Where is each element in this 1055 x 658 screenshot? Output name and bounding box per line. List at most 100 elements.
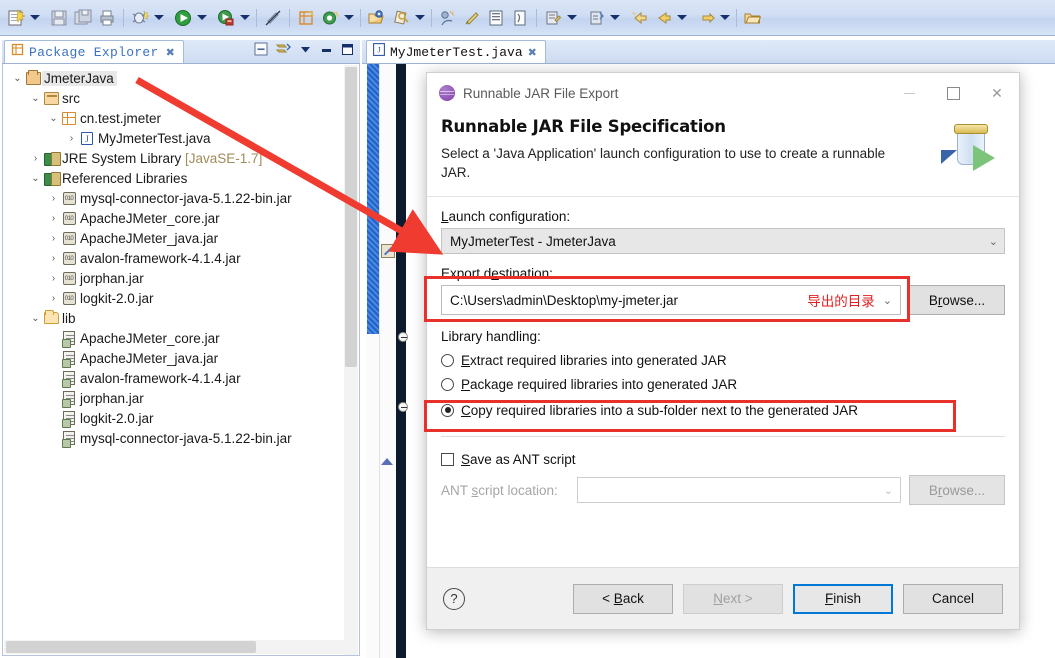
tree-item[interactable]: ⌄ JmeterJava: [3, 68, 359, 88]
new-dropdown-caret[interactable]: [28, 7, 42, 29]
back-icon[interactable]: [627, 6, 651, 30]
search-icon[interactable]: [389, 6, 413, 30]
radio-button[interactable]: [441, 377, 454, 391]
minimize-icon[interactable]: [887, 73, 931, 113]
back-history-icon[interactable]: [651, 6, 675, 30]
open-type-icon[interactable]: [365, 6, 389, 30]
back-button[interactable]: < Back: [573, 583, 673, 614]
radio-extract-libraries[interactable]: Extract required libraries into generate…: [441, 348, 1005, 372]
radio-button[interactable]: [441, 353, 454, 367]
open-task-icon[interactable]: [436, 6, 460, 30]
tree-item[interactable]: ⌄ Referenced Libraries: [3, 168, 359, 188]
maximize-icon[interactable]: [931, 73, 975, 113]
tree-item[interactable]: jorphan.jar: [3, 388, 359, 408]
next-button[interactable]: Next >: [683, 583, 783, 614]
external-tools-dropdown-caret[interactable]: [238, 7, 252, 29]
forward-dropdown-caret[interactable]: [718, 7, 732, 29]
package-explorer-body[interactable]: ⌄ JmeterJava ⌄ src ⌄ cn.test.jmeter › J MyJmeter…: [2, 64, 360, 656]
open-perspective-icon[interactable]: [741, 6, 765, 30]
previous-edit-icon[interactable]: [584, 6, 608, 30]
tree-expander-icon[interactable]: ›: [47, 273, 60, 284]
previous-edit-dropdown-caret[interactable]: [608, 7, 622, 29]
folding-collapse-icon[interactable]: [398, 402, 408, 412]
close-icon[interactable]: ✕: [975, 73, 1019, 113]
view-menu-caret[interactable]: [299, 43, 312, 61]
fold-up-marker-icon[interactable]: [381, 458, 393, 465]
tree-item[interactable]: › 010 mysql-connector-java-5.1.22-bin.jar: [3, 188, 359, 208]
new-class-dropdown-caret[interactable]: [342, 7, 356, 29]
tree-expander-icon[interactable]: ›: [47, 213, 60, 224]
tree-expander-icon[interactable]: ›: [29, 153, 42, 164]
tree-item[interactable]: mysql-connector-java-5.1.22-bin.jar: [3, 428, 359, 448]
explorer-horizontal-scrollbar[interactable]: [4, 640, 346, 654]
tree-item[interactable]: ApacheJMeter_core.jar: [3, 328, 359, 348]
tree-item[interactable]: › 010 ApacheJMeter_java.jar: [3, 228, 359, 248]
chevron-down-icon[interactable]: ⌄: [989, 235, 998, 248]
close-icon[interactable]: ✖: [528, 46, 537, 59]
radio-button[interactable]: [441, 403, 454, 417]
ant-script-browse-button[interactable]: Browse...: [909, 475, 1005, 505]
quickfix-marker-icon[interactable]: [381, 244, 395, 263]
last-edit-dropdown-caret[interactable]: [565, 7, 579, 29]
debug-icon[interactable]: [128, 6, 152, 30]
link-with-editor-icon[interactable]: [275, 42, 291, 61]
radio-package-libraries[interactable]: Package required libraries into generate…: [441, 372, 1005, 396]
run-icon[interactable]: [171, 6, 195, 30]
back-dropdown-caret[interactable]: [675, 7, 689, 29]
new-wizard-icon[interactable]: [4, 6, 28, 30]
toggle-mark-occurrences-icon[interactable]: [484, 6, 508, 30]
tree-item[interactable]: avalon-framework-4.1.4.jar: [3, 368, 359, 388]
pin-icon[interactable]: [460, 6, 484, 30]
tree-item[interactable]: logkit-2.0.jar: [3, 408, 359, 428]
tree-item[interactable]: › 010 jorphan.jar: [3, 268, 359, 288]
tab-package-explorer[interactable]: Package Explorer ✖: [4, 40, 184, 63]
tree-item[interactable]: › 010 logkit-2.0.jar: [3, 288, 359, 308]
collapse-all-icon[interactable]: [254, 42, 268, 61]
forward-icon[interactable]: [694, 6, 718, 30]
tree-item[interactable]: › JRE System Library [JavaSE-1.7]: [3, 148, 359, 168]
explorer-vertical-scrollbar[interactable]: [344, 65, 358, 655]
ant-script-location-input[interactable]: ⌄: [577, 477, 901, 503]
print-icon[interactable]: [95, 6, 119, 30]
tree-item[interactable]: › 010 ApacheJMeter_core.jar: [3, 208, 359, 228]
skip-breakpoints-icon[interactable]: [261, 6, 285, 30]
close-icon[interactable]: ✖: [166, 46, 175, 59]
next-annotation-icon[interactable]: [508, 6, 532, 30]
tree-item[interactable]: ⌄ cn.test.jmeter: [3, 108, 359, 128]
tree-item[interactable]: › J MyJmeterTest.java: [3, 128, 359, 148]
export-destination-browse-button[interactable]: Browse...: [909, 285, 1005, 315]
tree-item[interactable]: › 010 avalon-framework-4.1.4.jar: [3, 248, 359, 268]
folding-collapse-icon[interactable]: [398, 332, 408, 342]
tree-expander-icon[interactable]: ⌄: [29, 313, 42, 324]
run-dropdown-caret[interactable]: [195, 7, 209, 29]
tree-expander-icon[interactable]: ›: [47, 293, 60, 304]
editor-overview-ruler[interactable]: [366, 64, 380, 658]
tree-item[interactable]: ⌄ lib: [3, 308, 359, 328]
minimize-icon[interactable]: [320, 43, 333, 61]
cancel-button[interactable]: Cancel: [903, 583, 1003, 614]
editor-folding-gutter[interactable]: [380, 64, 396, 658]
maximize-icon[interactable]: [341, 43, 354, 61]
debug-dropdown-caret[interactable]: [152, 7, 166, 29]
last-edit-location-icon[interactable]: [541, 6, 565, 30]
tree-expander-icon[interactable]: ›: [47, 233, 60, 244]
tree-expander-icon[interactable]: ⌄: [11, 73, 24, 84]
checkbox[interactable]: [441, 452, 454, 466]
tree-expander-icon[interactable]: ⌄: [29, 173, 42, 184]
export-destination-input[interactable]: C:\Users\admin\Desktop\my-jmeter.jar 导出的…: [441, 285, 901, 315]
search-dropdown-caret[interactable]: [413, 7, 427, 29]
save-as-ant-script-checkbox-row[interactable]: Save as ANT script: [441, 447, 1005, 471]
tree-expander-icon[interactable]: ›: [65, 133, 78, 144]
tree-item[interactable]: ApacheJMeter_java.jar: [3, 348, 359, 368]
tab-myjmetertest-java[interactable]: J MyJmeterTest.java ✖: [366, 40, 546, 63]
launch-configuration-combo[interactable]: MyJmeterTest - JmeterJava ⌄: [441, 228, 1005, 254]
tree-expander-icon[interactable]: ⌄: [29, 93, 42, 104]
new-package-icon[interactable]: [294, 6, 318, 30]
tree-item[interactable]: ⌄ src: [3, 88, 359, 108]
chevron-down-icon[interactable]: ⌄: [883, 294, 896, 307]
finish-button[interactable]: Finish: [793, 583, 893, 614]
radio-copy-libraries[interactable]: Copy required libraries into a sub-folde…: [441, 398, 1005, 422]
external-tools-icon[interactable]: [214, 6, 238, 30]
tree-expander-icon[interactable]: ›: [47, 193, 60, 204]
project-tree[interactable]: ⌄ JmeterJava ⌄ src ⌄ cn.test.jmeter › J MyJmeter…: [3, 64, 359, 448]
